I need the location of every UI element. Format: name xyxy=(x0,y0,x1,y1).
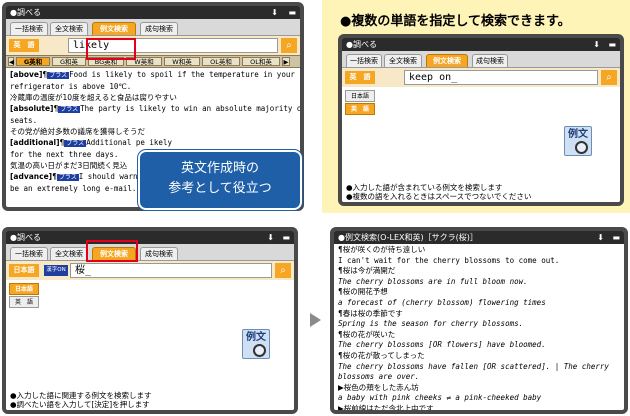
search-input[interactable]: 桜_ xyxy=(70,263,272,278)
list-item[interactable]: ¶桜の開花予想 xyxy=(334,287,624,298)
list-item[interactable]: ¶桜の花が散ってしまった xyxy=(334,351,624,362)
search-icon[interactable]: ⌕ xyxy=(275,263,291,278)
title-bar: ●調べる ⬇ ▬ xyxy=(342,38,620,51)
tab-phrase-search[interactable]: 成句検索 xyxy=(472,54,508,67)
screen-panel-sakura: ●調べる ⬇ ▬ 一括検索 全文検索 例文検索 成句検索 日本語 漢字ON 桜_… xyxy=(2,227,298,414)
list-item[interactable]: [above]¶ プラス Food is likely to spoil if th… xyxy=(6,69,300,81)
list-item[interactable]: ¶桜は今が満開だ xyxy=(334,266,624,277)
tab-example-search[interactable]: 例文検索 xyxy=(426,54,468,67)
tab-bulk-search[interactable]: 一括検索 xyxy=(10,22,48,35)
subtab-ol-eiwa[interactable]: OL英和 xyxy=(202,57,240,66)
subtab-g-waei[interactable]: G和英 xyxy=(52,57,86,66)
tab-phrase-search[interactable]: 成句検索 xyxy=(140,247,178,260)
list-item: blossoms are over. xyxy=(338,372,420,382)
search-row: 英 語 likely ⌕ xyxy=(6,36,300,55)
search-tabs: 一括検索 全文検索 例文検索 成句検索 xyxy=(6,19,300,36)
scroll-right-icon[interactable]: ▶ xyxy=(282,57,290,66)
language-option-japanese[interactable]: 日本語 xyxy=(345,90,375,102)
battery-icon: ▬ xyxy=(612,233,620,242)
screen-panel-keep-on: ●調べる ⬇ ▬ 一括検索 全文検索 例文検索 成句検索 英 語 keep on… xyxy=(338,34,624,206)
help-footer: ●入力した語に関連する例文を検索します ●調べたい語を入力して[決定]を押します xyxy=(6,390,294,410)
list-item: a forecast of (cherry blossom) flowering… xyxy=(338,297,546,307)
title-bar: ●例文検索(O-LEX和英)［サクラ(桜)］ ⬇ ▬ xyxy=(334,231,624,244)
tab-fulltext-search[interactable]: 全文検索 xyxy=(50,247,88,260)
flow-arrow-icon xyxy=(310,313,321,327)
search-row: 日本語 漢字ON 桜_ ⌕ xyxy=(6,261,294,280)
list-item: その党が絶対多数の議席を獲得しそうだ xyxy=(10,127,145,136)
dictionary-language-label[interactable]: 英 語 xyxy=(9,39,39,52)
tab-fulltext-search[interactable]: 全文検索 xyxy=(384,54,422,67)
list-item: The cherry blossoms have fallen [OR scat… xyxy=(338,361,609,371)
search-row: 英 語 keep on_ ⌕ xyxy=(342,68,620,87)
highlight-frame xyxy=(86,38,136,60)
list-item: The cherry blossoms [OR flowers] have bl… xyxy=(338,340,546,350)
list-item[interactable]: [absolute]¶ プラス The party is likely to win… xyxy=(6,103,300,115)
language-option-japanese[interactable]: 日本語 xyxy=(9,283,39,295)
tab-example-search[interactable]: 例文検索 xyxy=(92,22,136,35)
search-tabs: 一括検索 全文検索 例文検索 成句検索 xyxy=(6,244,294,261)
down-arrow-icon: ⬇ xyxy=(593,40,600,49)
battery-icon: ▬ xyxy=(282,233,290,242)
list-item[interactable]: [additional]¶ プラス Additional pe ikely xyxy=(6,137,300,149)
language-option-english[interactable]: 英 語 xyxy=(9,296,39,308)
kanji-mode-badge: 漢字ON xyxy=(44,265,68,276)
tab-bulk-search[interactable]: 一括検索 xyxy=(346,54,382,67)
scroll-left-icon[interactable]: ◀ xyxy=(8,57,14,66)
screen-title: ●調べる xyxy=(10,233,41,242)
subtab-w-waei[interactable]: W和英 xyxy=(164,57,200,66)
dictionary-subtabs: ◀ G英和 G和英 BG英和 W英和 W和英 OL英和 OL和英 ▶ xyxy=(6,55,300,68)
down-arrow-icon: ⬇ xyxy=(597,233,604,242)
list-item[interactable]: ¶桜の花が咲いた xyxy=(334,330,624,341)
feature-caption: ●複数の単語を指定して検索できます。 xyxy=(340,14,571,29)
list-item: The cherry blossoms are in full bloom no… xyxy=(338,276,528,286)
tab-phrase-search[interactable]: 成句検索 xyxy=(140,22,178,35)
subtab-g-eiwa[interactable]: G英和 xyxy=(16,57,50,66)
result-list: ¶桜が咲くのが待ち遠しい I can't wait for the cherry… xyxy=(334,244,624,410)
battery-icon: ▬ xyxy=(288,8,296,17)
list-item: a baby with pink cheeks ⇌ a pink-cheeked… xyxy=(338,393,542,403)
list-item: Spring is the season for cherry blossoms… xyxy=(338,319,524,329)
dictionary-language-label[interactable]: 日本語 xyxy=(9,264,39,277)
subtab-ol-waei[interactable]: OL和英 xyxy=(242,57,280,66)
list-item: seats. xyxy=(10,116,38,125)
list-item[interactable]: ¶桜が咲くのが待ち遠しい xyxy=(334,245,624,256)
highlight-frame xyxy=(86,240,138,262)
list-item: I can't wait for the cherry blossoms to … xyxy=(338,255,560,265)
search-icon[interactable]: ⌕ xyxy=(281,38,297,53)
tab-fulltext-search[interactable]: 全文検索 xyxy=(50,22,88,35)
down-arrow-icon: ⬇ xyxy=(271,8,278,17)
screen-title: ●調べる xyxy=(346,40,377,49)
dictionary-language-label[interactable]: 英 語 xyxy=(345,71,375,84)
list-item[interactable]: ▶桜色の頬をした赤ん坊 xyxy=(334,383,624,394)
search-tabs: 一括検索 全文検索 例文検索 成句検索 xyxy=(342,51,620,68)
list-item[interactable]: ¶春は桜の季節です xyxy=(334,309,624,320)
help-footer: ●入力した語が含まれている例文を検索します ●複数の語を入れるときはスペースでつ… xyxy=(342,182,620,202)
screen-panel-results: ●例文検索(O-LEX和英)［サクラ(桜)］ ⬇ ▬ ¶桜が咲くのが待ち遠しい … xyxy=(330,227,628,414)
title-bar: ●調べる ⬇ ▬ xyxy=(6,231,294,244)
feature-callout: 英文作成時の 参考として役立つ xyxy=(138,150,302,210)
screen-title: ●例文検索(O-LEX和英)［サクラ(桜)］ xyxy=(338,233,478,242)
battery-icon: ▬ xyxy=(608,40,616,49)
list-item: refrigerator is above 10℃. xyxy=(10,82,132,91)
down-arrow-icon: ⬇ xyxy=(267,233,274,242)
example-book-icon: 例文 xyxy=(242,329,270,359)
language-option-english[interactable]: 英 語 xyxy=(345,103,375,115)
screen-title: ●調べる xyxy=(10,8,41,17)
search-icon[interactable]: ⌕ xyxy=(601,70,617,85)
title-bar: ●調べる ⬇ ▬ xyxy=(6,6,300,19)
list-item[interactable]: ▶桜前線はただ今北上中です xyxy=(334,404,624,410)
list-item: 冷蔵庫の温度が10度を超えると食品は腐りやすい xyxy=(10,93,177,102)
example-book-icon: 例文 xyxy=(564,126,592,156)
search-input[interactable]: keep on_ xyxy=(404,70,598,85)
tab-bulk-search[interactable]: 一括検索 xyxy=(10,247,48,260)
